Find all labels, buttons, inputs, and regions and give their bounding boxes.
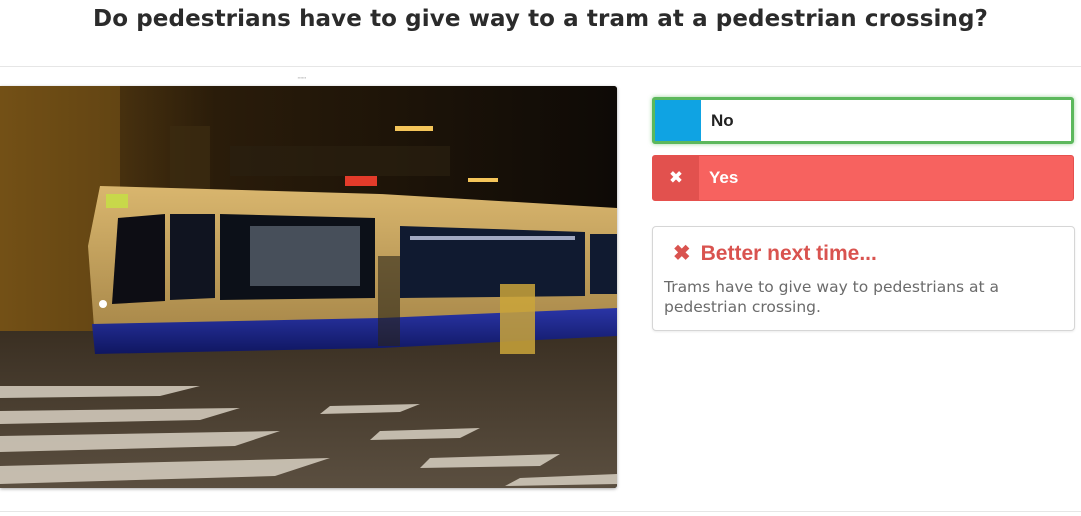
answer-option-yes[interactable]: ✖ Yes [652, 155, 1074, 201]
divider [0, 511, 1081, 512]
feedback-panel: ✖ Better next time... Trams have to give… [652, 226, 1075, 331]
answer-option-no[interactable]: No [652, 97, 1074, 144]
feedback-title-row: ✖ Better next time... [673, 241, 877, 266]
divider [0, 66, 1081, 67]
close-icon: ✖ [673, 242, 691, 265]
close-icon: ✖ [653, 156, 699, 200]
tram-night-photo [0, 86, 617, 488]
question-photo [0, 86, 617, 488]
answer-label: Yes [709, 168, 739, 187]
feedback-title: Better next time... [700, 241, 877, 265]
question-title: Do pedestrians have to give way to a tra… [93, 6, 988, 32]
feedback-explanation: Trams have to give way to pedestrians at… [664, 278, 1000, 316]
quiz-page: Do pedestrians have to give way to a tra… [0, 0, 1081, 516]
answer-label: No [711, 110, 734, 130]
answer-tag [655, 100, 701, 141]
photo-credit: ▪▪▪▪▪▪ [297, 75, 307, 80]
